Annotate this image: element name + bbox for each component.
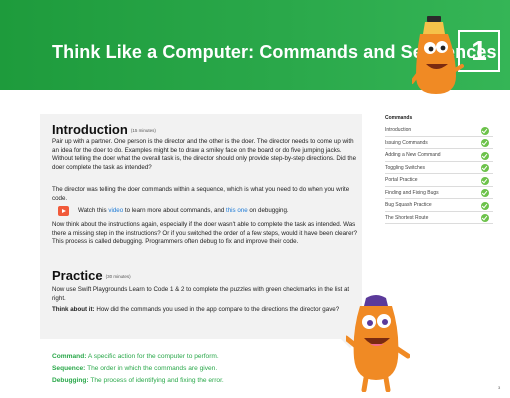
introduction-heading: Introduction (15 minutes) — [52, 122, 156, 137]
sidebar-item-the-shortest-route[interactable]: The Shortest Route — [385, 212, 493, 224]
debugging-video-link[interactable]: this one — [226, 207, 248, 214]
sidebar-item-toggling-switches[interactable]: Toggling Switches — [385, 162, 493, 174]
practice-heading: Practice (30 minutes) — [52, 268, 131, 283]
checkmark-icon — [481, 126, 489, 135]
introduction-duration: (15 minutes) — [130, 128, 156, 133]
commands-sidebar: Commands Introduction Issuing Commands A… — [385, 113, 493, 224]
think-about-it-paragraph: Think about it: How did the commands you… — [52, 306, 340, 313]
page-number: 3 — [498, 385, 501, 390]
sidebar-item-issuing-commands[interactable]: Issuing Commands — [385, 137, 493, 149]
byte-character-bottom-icon — [346, 295, 410, 392]
sidebar-item-finding-and-fixing-bugs[interactable]: Finding and Fixing Bugs — [385, 187, 493, 199]
checkmark-icon — [481, 214, 489, 222]
practice-paragraph: Now use Swift Playgrounds Learn to Code … — [52, 286, 350, 302]
checkmark-icon — [481, 151, 489, 160]
sidebar-item-adding-a-new-command[interactable]: Adding a New Command — [385, 149, 493, 162]
introduction-paragraph-1: Pair up with a partner. One person is th… — [52, 138, 357, 171]
vocab-command: Command: A specific action for the compu… — [52, 353, 219, 360]
sidebar-title: Commands — [385, 115, 413, 121]
video-row: Watch this video to learn more about com… — [52, 205, 360, 217]
video-link[interactable]: video — [108, 207, 123, 214]
sidebar-item-portal-practice[interactable]: Portal Practice — [385, 174, 493, 187]
vocab-debugging: Debugging: The process of identifying an… — [52, 377, 224, 384]
sidebar-item-bug-squash-practice[interactable]: Bug Squash Practice — [385, 199, 493, 212]
byte-character-top-icon — [412, 16, 464, 94]
lesson-number-badge: 1 — [458, 30, 500, 72]
vocab-sequence: Sequence: The order in which the command… — [52, 365, 218, 372]
checkmark-icon — [481, 164, 489, 172]
introduction-paragraph-3: Now think about the instructions again, … — [52, 221, 358, 246]
think-about-it-label: Think about it: — [52, 306, 95, 313]
play-video-icon[interactable] — [58, 206, 69, 216]
introduction-paragraph-2: The director was telling the doer comman… — [52, 186, 350, 202]
practice-duration: (30 minutes) — [105, 274, 131, 279]
checkmark-icon — [481, 189, 489, 197]
checkmark-icon — [481, 176, 489, 185]
checkmark-icon — [481, 139, 489, 147]
sidebar-item-introduction[interactable]: Introduction — [385, 124, 493, 137]
checkmark-icon — [481, 201, 489, 210]
